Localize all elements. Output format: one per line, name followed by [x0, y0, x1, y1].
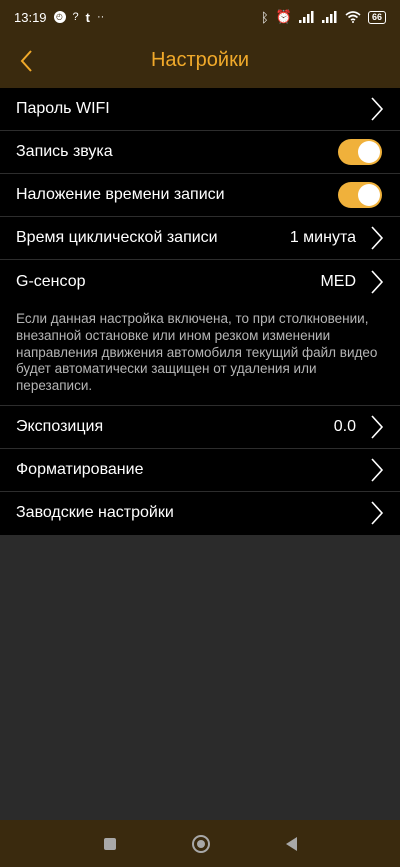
chevron-right-icon [371, 226, 384, 250]
toggle-knob [358, 141, 380, 163]
setting-label: Пароль WIFI [16, 100, 110, 117]
setting-loop-time[interactable]: Время циклической записи 1 минута [0, 217, 400, 260]
setting-exposure[interactable]: Экспозиция 0.0 [0, 406, 400, 449]
header: Настройки [0, 34, 400, 88]
home-circle-icon[interactable] [191, 834, 210, 853]
toggle-knob [358, 184, 380, 206]
signal-icon [321, 11, 337, 23]
wifi-question-icon: ? [72, 11, 79, 23]
bluetooth-icon: ᛒ [260, 9, 269, 25]
recents-square-icon[interactable] [103, 837, 116, 850]
setting-value: MED [320, 272, 356, 290]
timestamp-overlay-toggle[interactable] [338, 182, 382, 208]
setting-factory-reset[interactable]: Заводские настройки [0, 492, 400, 535]
setting-label: G-сенсор [16, 272, 86, 290]
chevron-right-icon [371, 269, 384, 294]
setting-timestamp-overlay: Наложение времени записи [0, 174, 400, 217]
setting-format[interactable]: Форматирование [0, 449, 400, 492]
page-title: Настройки [150, 49, 250, 71]
chevron-right-icon [371, 501, 384, 526]
setting-gsensor[interactable]: G-сенсор MED [0, 260, 400, 303]
alarm-icon: ⏰ [275, 9, 292, 24]
chevron-right-icon [371, 97, 384, 121]
signal-icon [298, 11, 314, 23]
status-bar: 13:19 ◴ ? t ·· ᛒ ⏰ 66 [0, 0, 400, 34]
setting-label: Наложение времени записи [16, 186, 225, 203]
setting-label: Запись звука [16, 143, 113, 160]
chevron-right-icon [371, 415, 384, 439]
wifi-icon [345, 11, 361, 23]
setting-label: Форматирование [16, 460, 144, 478]
chevron-right-icon [371, 458, 384, 482]
gsensor-description: Если данная настройка включена, то при с… [0, 303, 400, 406]
alarm-badge-icon: ◴ [53, 11, 66, 23]
setting-value: 0.0 [333, 417, 356, 435]
battery-icon: 66 [367, 10, 386, 24]
setting-label: Экспозиция [16, 417, 104, 435]
setting-label: Время циклической записи [16, 229, 218, 246]
setting-label: Заводские настройки [16, 504, 174, 522]
status-time: 13:19 [14, 9, 47, 25]
system-nav-bar [0, 820, 400, 867]
t-icon: t [85, 9, 91, 25]
setting-wifi-password[interactable]: Пароль WIFI [0, 88, 400, 131]
sound-recording-toggle[interactable] [338, 139, 382, 165]
dots-icon: ·· [97, 11, 105, 23]
setting-value: 1 минута [289, 229, 356, 246]
setting-sound-recording: Запись звука [0, 131, 400, 174]
back-triangle-icon[interactable] [285, 836, 297, 851]
settings-list: Пароль WIFI Запись звука Наложение време… [0, 88, 400, 535]
